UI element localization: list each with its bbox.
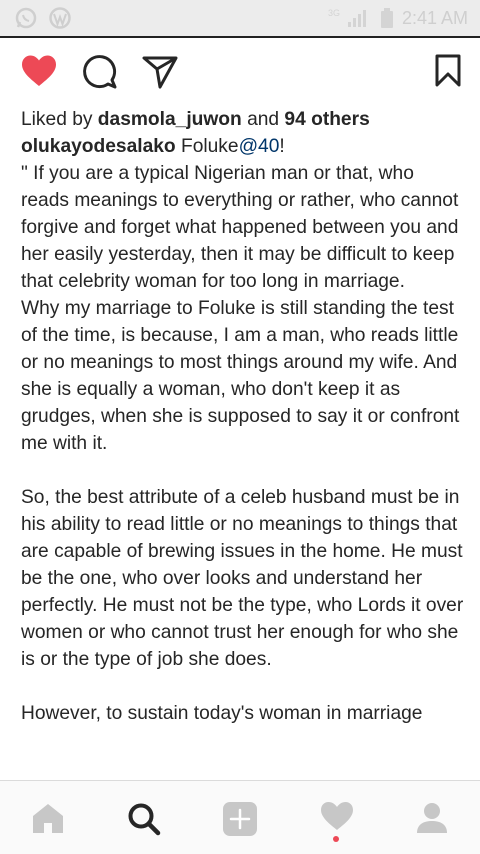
signal-icon: 3G [328,8,366,27]
caption-paragraph-1: " If you are a typical Nigerian man or t… [21,163,459,292]
wordpress-icon [49,7,71,29]
post-author-link[interactable]: olukayodesalako [21,136,176,157]
save-button[interactable] [434,54,462,93]
caption-paragraph-4: However, to sustain today's woman in mar… [21,703,423,724]
battery-icon [380,8,393,28]
whatsapp-icon [15,7,37,29]
add-post-icon [223,802,257,836]
liked-by-user-link[interactable]: dasmola_juwon [98,109,242,130]
status-right-icons: 3G 2:41 AM [328,7,468,29]
likes-and: and [241,109,285,130]
like-button[interactable] [20,54,58,93]
likes-count-link[interactable]: 94 others [284,109,369,130]
nav-search-button[interactable] [126,801,162,842]
caption-text-start: Foluke [175,136,239,157]
mention-link[interactable]: @40 [239,136,280,157]
caption-paragraph-3: So, the best attribute of a celeb husban… [21,487,464,670]
comment-button[interactable] [82,54,118,95]
bottom-navigation [0,780,480,854]
nav-profile-button[interactable] [416,801,448,840]
status-left-icons [14,6,72,30]
status-time: 2:41 AM [401,7,468,28]
heart-filled-icon [22,55,56,86]
caption-header: olukayodesalako Foluke@40! [21,133,466,160]
likes-line: Liked by dasmola_juwon and 94 others [21,106,466,133]
comment-icon [83,55,117,89]
nav-add-post-button[interactable] [222,801,258,842]
caption-text-end: ! [279,136,285,157]
status-bar: 3G 2:41 AM [0,0,480,36]
post-action-row [0,38,480,108]
home-icon [33,804,63,833]
activity-notification-dot [333,836,339,842]
svg-text:3G: 3G [328,8,340,18]
activity-heart-icon [321,802,353,830]
nav-activity-button[interactable] [320,801,354,836]
bookmark-icon [435,54,461,87]
likes-prefix: Liked by [21,109,98,130]
direct-share-button[interactable] [142,54,178,95]
caption-paragraph-2: Why my marriage to Foluke is still stand… [21,298,460,454]
post-content: Liked by dasmola_juwon and 94 others olu… [21,106,466,727]
search-icon [128,803,161,836]
direct-share-icon [142,56,178,89]
profile-icon [417,803,447,833]
nav-home-button[interactable] [30,801,66,840]
